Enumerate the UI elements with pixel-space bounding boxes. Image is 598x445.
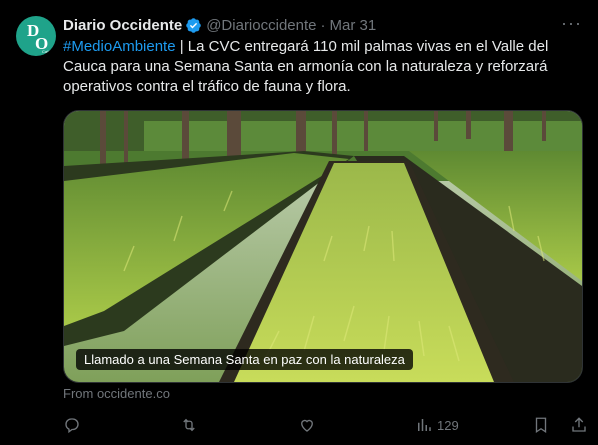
retweet-icon — [183, 418, 195, 432]
reply-button[interactable] — [63, 416, 81, 434]
retweet-button[interactable] — [180, 416, 198, 434]
like-button[interactable] — [298, 416, 316, 434]
views-count: 129 — [437, 417, 459, 433]
separator-dot: · — [320, 16, 326, 34]
share-button[interactable] — [570, 416, 588, 434]
hashtag-link[interactable]: #MedioAmbiente — [63, 38, 176, 55]
views-button[interactable]: 129 — [415, 416, 459, 434]
verified-badge-icon[interactable] — [185, 17, 202, 34]
account-name[interactable]: Diario Occidente — [63, 17, 182, 34]
more-options-icon[interactable]: ··· — [561, 13, 582, 34]
bookmark-icon — [535, 417, 547, 434]
heart-icon — [301, 419, 313, 432]
link-source[interactable]: From occidente.co — [63, 386, 170, 401]
tweet-date[interactable]: Mar 31 — [329, 17, 376, 34]
account-handle[interactable]: @Diarioccidente — [206, 17, 316, 34]
share-icon — [572, 417, 586, 432]
tweet-text: #MedioAmbiente | La CVC entregará 110 mi… — [63, 37, 588, 97]
media-caption: Llamado a una Semana Santa en paz con la… — [76, 349, 413, 370]
views-chart-icon — [418, 419, 431, 431]
tweet-header: Diario Occidente @Diarioccidente · Mar 3… — [63, 13, 582, 35]
avatar-logo: D O Cali — [27, 21, 49, 54]
tweet-media[interactable]: Llamado a una Semana Santa en paz con la… — [63, 110, 583, 383]
action-bar: 129 — [63, 416, 588, 436]
avatar[interactable]: D O Cali — [16, 16, 56, 56]
palm-nursery-photo — [64, 111, 582, 382]
reply-icon — [65, 418, 79, 434]
bookmark-button[interactable] — [532, 416, 550, 434]
avatar-letter-small: Cali — [42, 49, 49, 54]
